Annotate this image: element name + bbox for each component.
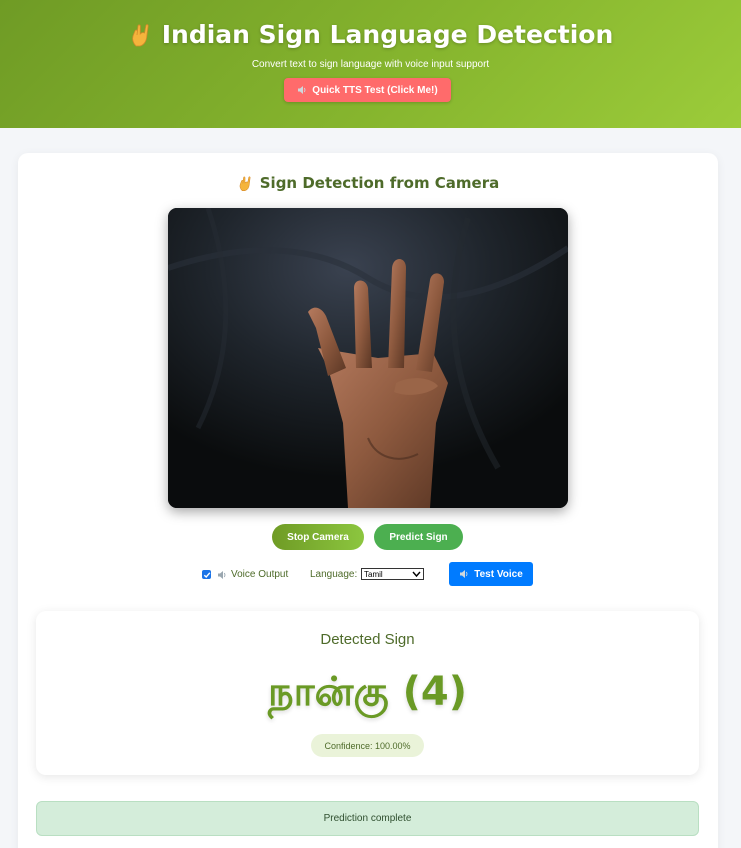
app-title-text: Indian Sign Language Detection [161,20,614,49]
app-header: Indian Sign Language Detection Convert t… [0,0,741,128]
speaker-icon [297,85,307,95]
language-label: Language: [310,569,358,580]
voice-output-checkbox[interactable] [202,570,211,579]
camera-section-title-text: Sign Detection from Camera [259,174,500,192]
camera-feed [168,208,568,508]
quick-tts-test-label: Quick TTS Test (Click Me!) [312,84,438,96]
app-title: Indian Sign Language Detection [0,20,741,49]
sign-hand-icon [237,175,254,192]
camera-section-title: Sign Detection from Camera [18,174,718,192]
speaker-icon [217,570,227,580]
detection-result-card: Detected Sign நான்கு (4) Confidence: 100… [36,611,699,775]
language-select[interactable]: Tamil [361,568,424,580]
chevron-down-icon [412,570,421,578]
detected-sign-value: நான்கு (4) [268,669,467,715]
app-subtitle: Convert text to sign language with voice… [251,59,490,70]
voice-output-label: Voice Output [217,569,288,580]
detected-sign-label: Detected Sign [320,631,415,648]
voice-output-text: Voice Output [231,569,289,580]
main-card: Sign Detection from Camera Stop Camera P… [18,153,718,848]
test-voice-button[interactable]: Test Voice [449,562,533,586]
speaker-icon [459,569,469,579]
sign-hand-icon [128,22,154,48]
language-selected-value: Tamil [364,569,383,579]
stop-camera-button[interactable]: Stop Camera [272,524,364,550]
quick-tts-test-button[interactable]: Quick TTS Test (Click Me!) [284,78,451,102]
confidence-badge: Confidence: 100.00% [311,734,424,757]
test-voice-label: Test Voice [474,568,523,580]
voice-controls: Voice Output Language: Tamil Test Voice [18,562,718,588]
status-message: Prediction complete [36,801,699,836]
predict-sign-button[interactable]: Predict Sign [374,524,463,550]
